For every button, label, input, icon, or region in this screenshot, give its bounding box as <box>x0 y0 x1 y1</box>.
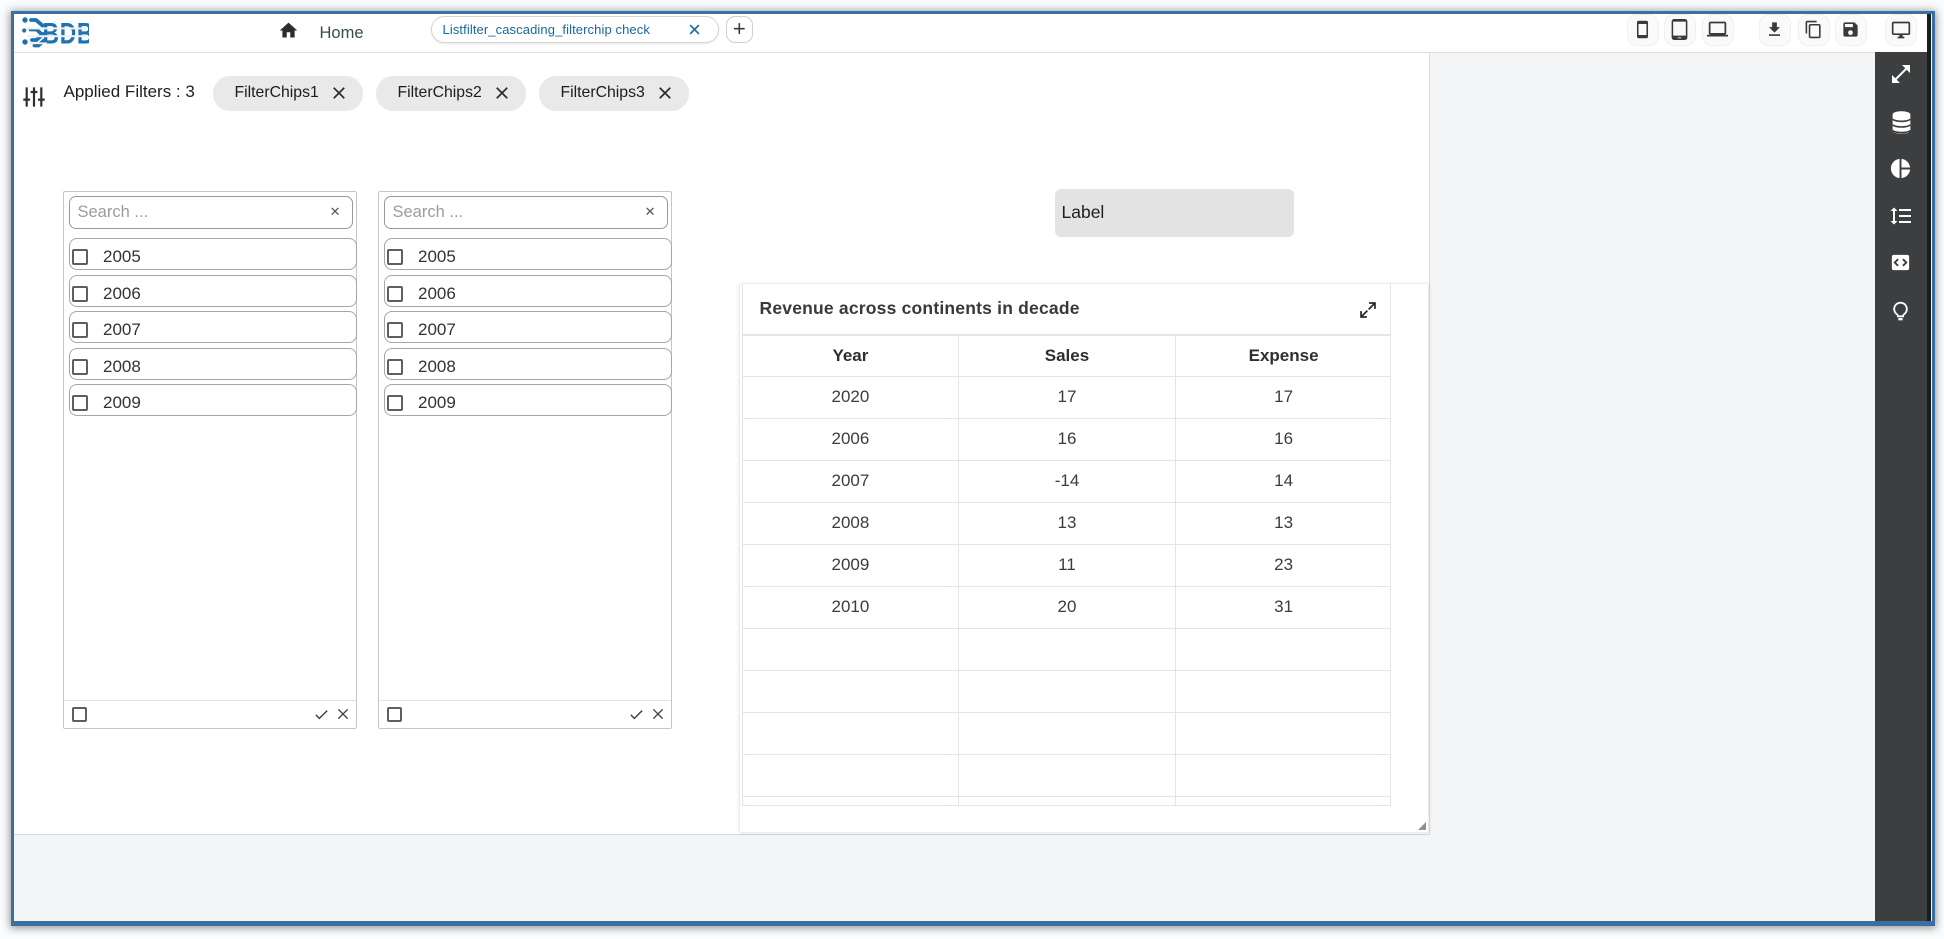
svg-text:BDB: BDB <box>42 16 89 49</box>
